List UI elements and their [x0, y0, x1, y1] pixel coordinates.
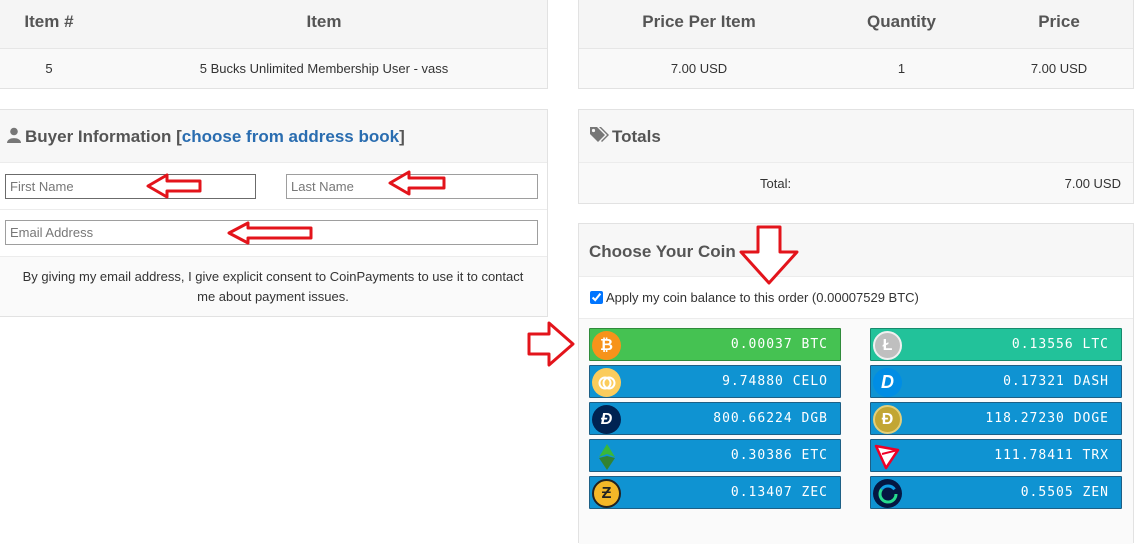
coin-button-celo[interactable]: 9.74880 CELO	[589, 365, 841, 398]
tron-icon	[873, 442, 902, 471]
buyer-information-title: Buyer Information [	[25, 127, 182, 146]
consent-text: By giving my email address, I give expli…	[0, 256, 547, 316]
ethereum-classic-icon	[592, 442, 621, 471]
annotation-arrow-right-icon	[527, 321, 575, 367]
col-item-number: Item #	[24, 12, 74, 31]
coin-amount: 0.13556 LTC	[1011, 337, 1109, 352]
dash-icon: D	[873, 368, 902, 397]
choose-coin-title: Choose Your Coin	[589, 242, 736, 261]
bitcoin-icon: ₿	[592, 331, 621, 360]
buyer-information-panel: Buyer Information [choose from address b…	[0, 109, 548, 317]
item-name: 5 Bucks Unlimited Membership User - vass	[199, 61, 449, 76]
price-table: Price Per Item Quantity Price 7.00 USD 1…	[578, 0, 1134, 89]
horizen-icon	[873, 479, 902, 508]
table-row: 7.00 USD 1 7.00 USD	[579, 48, 1133, 88]
first-name-field[interactable]	[5, 174, 256, 199]
totals-header: Totals	[579, 110, 1133, 162]
col-price: Price	[1038, 12, 1080, 31]
coin-button-btc[interactable]: ₿ 0.00037 BTC	[589, 328, 841, 361]
name-row	[0, 162, 547, 209]
annotation-arrow-left-icon	[227, 221, 313, 245]
apply-balance-checkbox[interactable]	[590, 291, 603, 304]
coin-button-doge[interactable]: Ð 118.27230 DOGE	[870, 402, 1122, 435]
annotation-arrow-down-icon	[739, 225, 799, 285]
digibyte-icon: Đ	[592, 405, 621, 434]
buyer-title-bracket: ]	[399, 127, 405, 146]
zcash-icon: Ƶ	[592, 479, 621, 508]
celo-icon	[592, 368, 621, 397]
coin-amount: 0.30386 ETC	[730, 448, 828, 463]
consent-line-1: By giving my email address, I give expli…	[22, 269, 524, 284]
coin-button-trx[interactable]: 111.78411 TRX	[870, 439, 1122, 472]
coin-amount: 9.74880 CELO	[722, 374, 828, 389]
coin-button-etc[interactable]: 0.30386 ETC	[589, 439, 841, 472]
price: 7.00 USD	[1030, 61, 1088, 76]
tags-icon	[590, 127, 609, 142]
coin-amount: 118.27230 DOGE	[985, 411, 1109, 426]
dogecoin-icon: Ð	[873, 405, 902, 434]
coin-amount: 0.5505 ZEN	[1020, 485, 1109, 500]
total-value: 7.00 USD	[1064, 176, 1121, 191]
price-per-item: 7.00 USD	[670, 61, 728, 76]
coin-button-ltc[interactable]: Ł 0.13556 LTC	[870, 328, 1122, 361]
col-quantity: Quantity	[867, 12, 936, 31]
litecoin-icon: Ł	[873, 331, 902, 360]
col-item: Item	[306, 12, 342, 31]
choose-coin-header: Choose Your Coin	[579, 224, 1133, 276]
totals-row: Total: 7.00 USD	[579, 162, 1133, 203]
coin-button-dgb[interactable]: Đ 800.66224 DGB	[589, 402, 841, 435]
total-label: Total:	[760, 176, 792, 191]
coin-amount: 111.78411 TRX	[994, 448, 1109, 463]
choose-address-book-link[interactable]: choose from address book	[182, 127, 399, 146]
price-table-header: Price Per Item Quantity Price	[579, 0, 1133, 48]
item-number: 5	[45, 61, 53, 76]
coin-amount: 0.00037 BTC	[730, 337, 828, 352]
user-icon	[7, 127, 21, 143]
quantity: 1	[897, 61, 906, 76]
order-table-header: Item # Item	[0, 0, 547, 48]
table-row: 5 5 Bucks Unlimited Membership User - va…	[0, 48, 547, 88]
coin-button-zen[interactable]: 0.5505 ZEN	[870, 476, 1122, 509]
consent-line-2: me about payment issues.	[197, 289, 349, 304]
totals-panel: Totals Total: 7.00 USD	[578, 109, 1134, 204]
apply-balance-label[interactable]: Apply my coin balance to this order (0.0…	[606, 290, 919, 305]
coin-button-dash[interactable]: D 0.17321 DASH	[870, 365, 1122, 398]
annotation-arrow-left-icon	[388, 170, 446, 196]
totals-title: Totals	[612, 127, 661, 146]
col-price-per-item: Price Per Item	[642, 12, 756, 31]
coin-button-zec[interactable]: Ƶ 0.13407 ZEC	[589, 476, 841, 509]
coin-amount: 800.66224 DGB	[713, 411, 828, 426]
annotation-arrow-left-icon	[146, 173, 202, 199]
buyer-information-header: Buyer Information [choose from address b…	[0, 110, 547, 162]
order-table: Item # Item 5 5 Bucks Unlimited Membersh…	[0, 0, 548, 89]
coin-amount: 0.17321 DASH	[1003, 374, 1109, 389]
coin-amount: 0.13407 ZEC	[730, 485, 828, 500]
apply-balance-row: Apply my coin balance to this order (0.0…	[579, 276, 1133, 318]
